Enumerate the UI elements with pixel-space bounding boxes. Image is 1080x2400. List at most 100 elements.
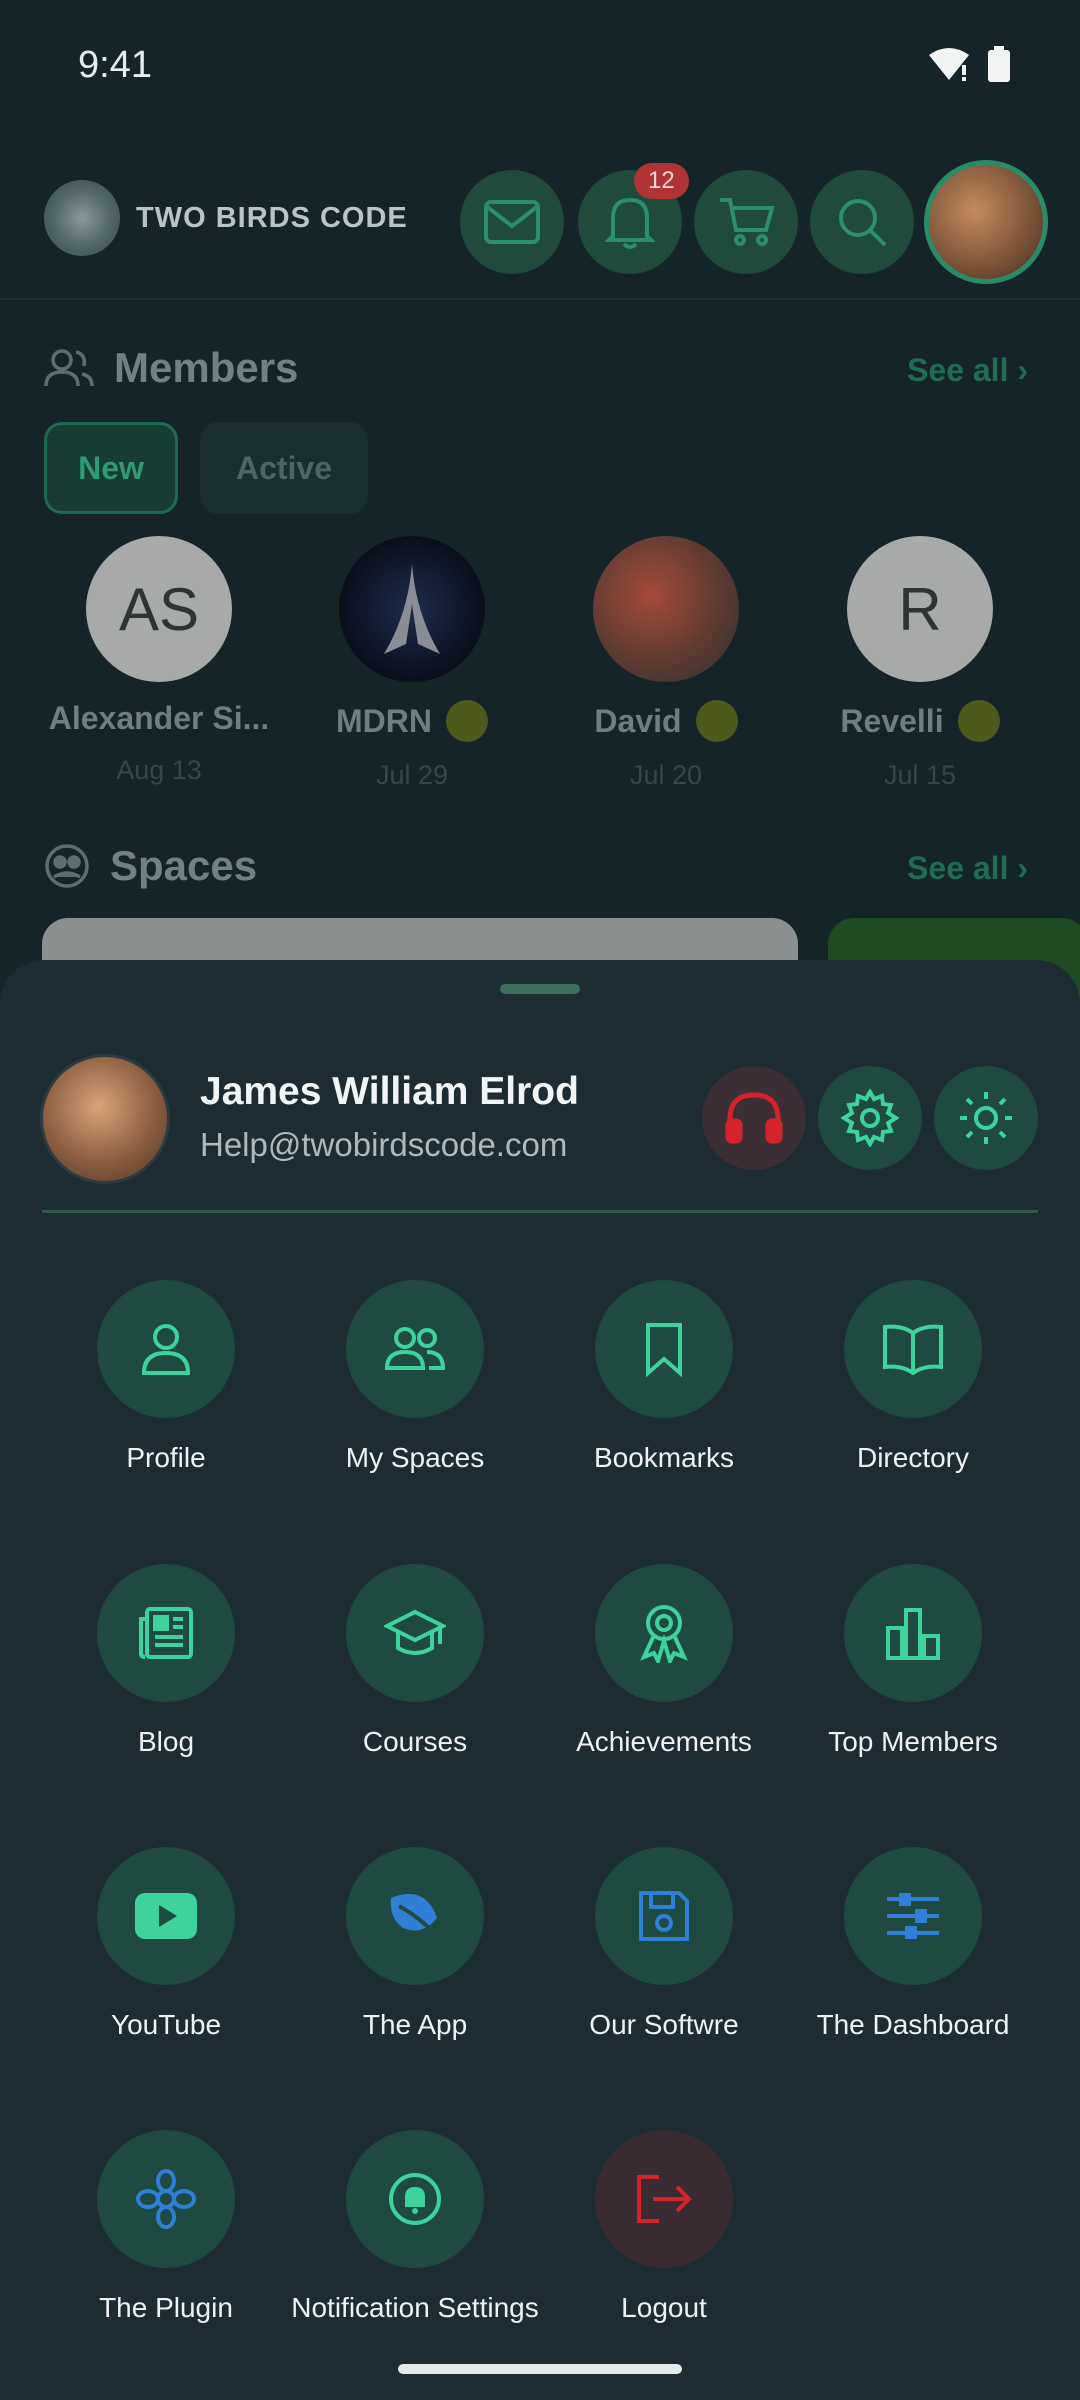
cart-icon bbox=[720, 198, 774, 246]
member-date: Jul 20 bbox=[629, 760, 703, 790]
member-card[interactable]: AS Alexander Si... Aug 13 bbox=[44, 536, 274, 786]
menu-item-blog[interactable]: Blog bbox=[42, 1564, 290, 1760]
status-time: 9:41 bbox=[78, 44, 152, 86]
mail-icon bbox=[484, 200, 540, 244]
bell-icon bbox=[605, 197, 655, 249]
status-icons bbox=[928, 46, 1010, 82]
menu-item-label: The App bbox=[362, 2009, 468, 2040]
menu-item-achievements[interactable]: Achievements bbox=[540, 1564, 788, 1760]
member-name: MDRN bbox=[336, 702, 432, 739]
users-icon bbox=[44, 349, 94, 387]
menu-item-label: YouTube bbox=[110, 2009, 222, 2040]
menu-item-label: Directory bbox=[856, 1442, 969, 1473]
status-bar: 9:41 bbox=[0, 0, 1080, 130]
filter-new[interactable]: New bbox=[44, 422, 178, 514]
drag-handle[interactable] bbox=[500, 984, 580, 994]
user-avatar[interactable] bbox=[40, 1054, 170, 1184]
menu-item-the-dashboard[interactable]: The Dashboard bbox=[789, 1847, 1037, 2043]
audio-button[interactable] bbox=[702, 1066, 806, 1170]
menu-item-label: The Dashboard bbox=[816, 2009, 1010, 2040]
menu-item-courses[interactable]: Courses bbox=[291, 1564, 539, 1760]
member-card[interactable]: David Jul 20 bbox=[551, 536, 781, 791]
menu-item-top-members[interactable]: Top Members bbox=[789, 1564, 1037, 1760]
menu-item-our-software[interactable]: Our Softwre bbox=[540, 1847, 788, 2043]
header-avatar[interactable] bbox=[924, 160, 1048, 284]
spaces-title: Spaces bbox=[110, 842, 258, 889]
user-name: James William Elrod bbox=[200, 1070, 579, 1113]
gear-icon bbox=[841, 1089, 899, 1147]
sun-icon bbox=[960, 1092, 1012, 1144]
member-avatar bbox=[593, 536, 739, 682]
menu-item-label: Achievements bbox=[576, 1726, 752, 1757]
search-button[interactable] bbox=[810, 170, 914, 274]
member-avatar bbox=[339, 536, 485, 682]
divider bbox=[42, 1210, 1038, 1213]
leaf-icon bbox=[346, 1847, 484, 1985]
spaces-icon bbox=[45, 844, 89, 888]
menu-item-bookmarks[interactable]: Bookmarks bbox=[540, 1280, 788, 1476]
notification-badge: 12 bbox=[634, 163, 689, 199]
flower-icon bbox=[97, 2130, 235, 2268]
search-icon bbox=[839, 199, 887, 247]
menu-item-label: Our Softwre bbox=[589, 2009, 739, 2040]
member-name-row: MDRN bbox=[297, 700, 527, 742]
tree-logo-icon bbox=[44, 180, 120, 256]
settings-button[interactable] bbox=[818, 1066, 922, 1170]
menu-item-label: My Spaces bbox=[345, 1442, 485, 1473]
member-name: Revelli bbox=[840, 702, 944, 739]
messages-button[interactable] bbox=[460, 170, 564, 274]
account-bottom-sheet: James William Elrod Help@twobirdscode.co… bbox=[0, 960, 1080, 2400]
menu-item-notification-settings[interactable]: Notification Settings bbox=[291, 2130, 539, 2346]
app-header: TWO BIRDS CODE bbox=[0, 150, 1080, 300]
member-avatar: R bbox=[847, 536, 993, 682]
menu-item-directory[interactable]: Directory bbox=[789, 1280, 1037, 1476]
member-card[interactable]: MDRN Jul 29 bbox=[297, 536, 527, 791]
member-card[interactable]: R Revelli Jul 15 bbox=[805, 536, 1035, 791]
book-icon bbox=[844, 1280, 982, 1418]
see-all-label: See all bbox=[907, 850, 1009, 886]
floppy-disk-icon bbox=[595, 1847, 733, 1985]
youtube-icon bbox=[97, 1847, 235, 1985]
home-indicator[interactable] bbox=[398, 2364, 682, 2374]
menu-item-label: Courses bbox=[362, 1726, 468, 1757]
spaces-see-all[interactable]: See all › bbox=[907, 850, 1028, 887]
filter-active[interactable]: Active bbox=[200, 422, 368, 514]
menu-item-label: Blog bbox=[137, 1726, 195, 1757]
menu-item-label: Notification Settings bbox=[291, 2292, 539, 2323]
members-see-all[interactable]: See all › bbox=[907, 352, 1028, 389]
menu-item-profile[interactable]: Profile bbox=[42, 1280, 290, 1476]
menu-item-label: Logout bbox=[621, 2292, 707, 2323]
member-date: Aug 13 bbox=[116, 755, 202, 785]
member-name-row: Alexander Si... bbox=[44, 700, 274, 737]
menu-item-the-app[interactable]: The App bbox=[291, 1847, 539, 2043]
user-email: Help@twobirdscode.com bbox=[200, 1126, 568, 1163]
cart-button[interactable] bbox=[694, 170, 798, 274]
user-icon bbox=[97, 1280, 235, 1418]
bar-chart-icon bbox=[844, 1564, 982, 1702]
member-name: Alexander Si... bbox=[48, 700, 270, 736]
sliders-icon bbox=[844, 1847, 982, 1985]
bookmark-icon bbox=[595, 1280, 733, 1418]
spaces-section-header: Spaces bbox=[44, 842, 257, 890]
see-all-label: See all bbox=[907, 352, 1009, 388]
graduation-cap-icon bbox=[346, 1564, 484, 1702]
menu-item-youtube[interactable]: YouTube bbox=[42, 1847, 290, 2043]
member-avatar: AS bbox=[86, 536, 232, 682]
menu-item-logout[interactable]: Logout bbox=[540, 2130, 788, 2326]
menu-item-label: Profile bbox=[126, 1442, 206, 1473]
members-section-header: Members bbox=[44, 344, 298, 392]
logout-icon bbox=[595, 2130, 733, 2268]
verified-badge-icon bbox=[445, 700, 488, 742]
menu-item-my-spaces[interactable]: My Spaces bbox=[291, 1280, 539, 1476]
newspaper-icon bbox=[97, 1564, 235, 1702]
award-icon bbox=[595, 1564, 733, 1702]
wifi-icon bbox=[929, 48, 969, 81]
menu-item-label: Top Members bbox=[828, 1726, 998, 1757]
bell-settings-icon bbox=[346, 2130, 484, 2268]
theme-toggle-button[interactable] bbox=[934, 1066, 1038, 1170]
logo[interactable]: TWO BIRDS CODE bbox=[44, 180, 408, 256]
users-icon bbox=[346, 1280, 484, 1418]
member-name-row: Revelli bbox=[805, 700, 1035, 742]
menu-item-the-plugin[interactable]: The Plugin bbox=[42, 2130, 290, 2326]
background-app: 9:41 TWO BIRDS CODE 12 Members See all ›… bbox=[0, 0, 1080, 1008]
